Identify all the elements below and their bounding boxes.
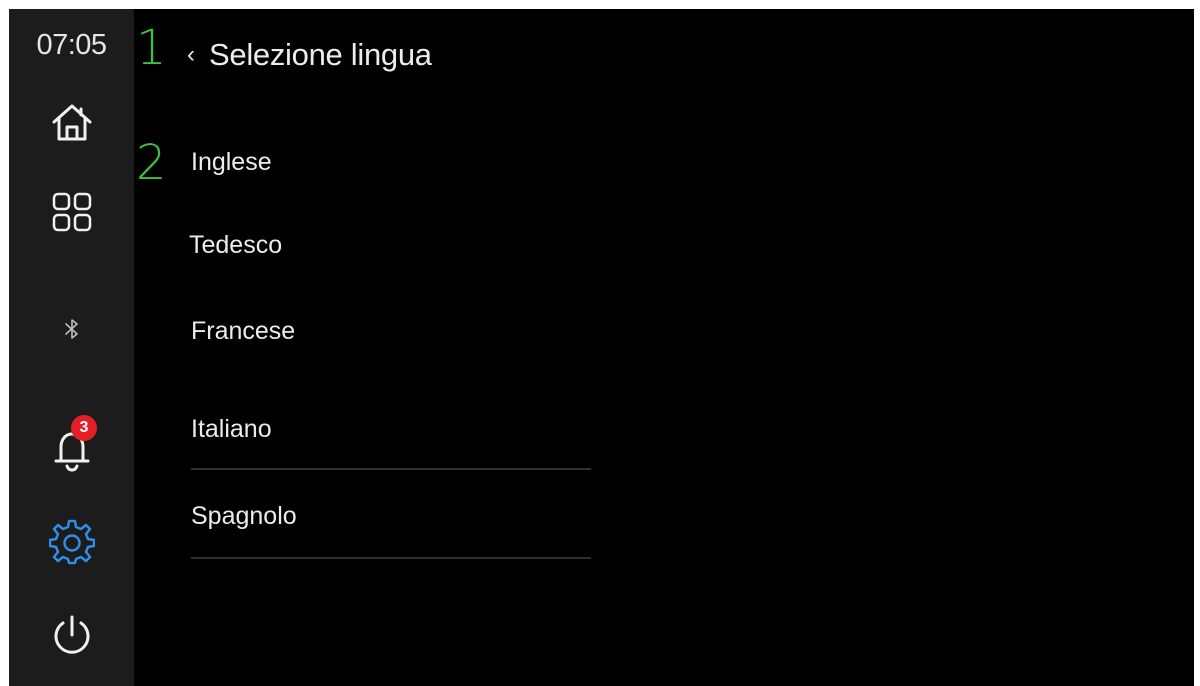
clock: 07:05 bbox=[36, 29, 107, 61]
settings-button[interactable] bbox=[9, 514, 134, 570]
power-button[interactable] bbox=[9, 607, 134, 663]
divider bbox=[191, 468, 591, 470]
power-icon bbox=[54, 615, 89, 654]
language-option-italiano[interactable]: Italiano bbox=[191, 401, 591, 457]
language-label: Francese bbox=[191, 316, 296, 345]
language-label: Italiano bbox=[191, 414, 272, 443]
language-option-spagnolo[interactable]: Spagnolo bbox=[191, 488, 591, 544]
language-option-tedesco[interactable]: Tedesco bbox=[189, 217, 589, 273]
back-button[interactable]: ‹ Selezione lingua bbox=[187, 35, 432, 75]
page-title: Selezione lingua bbox=[209, 37, 432, 72]
chevron-left-icon: ‹ bbox=[187, 41, 195, 68]
language-label: Inglese bbox=[191, 147, 272, 176]
sidebar: 07:05 3 bbox=[9, 9, 134, 686]
divider bbox=[191, 557, 591, 559]
grid-icon bbox=[52, 192, 91, 232]
language-option-inglese[interactable]: Inglese bbox=[191, 134, 591, 190]
language-label: Tedesco bbox=[189, 230, 283, 259]
annotation-marker-1: 1 bbox=[136, 20, 167, 76]
language-label: Spagnolo bbox=[191, 501, 297, 530]
home-icon bbox=[52, 104, 91, 141]
notification-badge: 3 bbox=[71, 415, 97, 441]
apps-button[interactable] bbox=[9, 184, 134, 240]
bluetooth-icon bbox=[64, 319, 78, 339]
home-button[interactable] bbox=[9, 94, 134, 150]
annotation-marker-2: 2 bbox=[136, 135, 167, 191]
bluetooth-button[interactable] bbox=[9, 309, 134, 349]
screen: 07:05 3 1 2 ‹ Selezione lingua Inglese T… bbox=[9, 9, 1194, 686]
language-option-francese[interactable]: Francese bbox=[191, 303, 591, 359]
gear-icon bbox=[48, 519, 95, 565]
